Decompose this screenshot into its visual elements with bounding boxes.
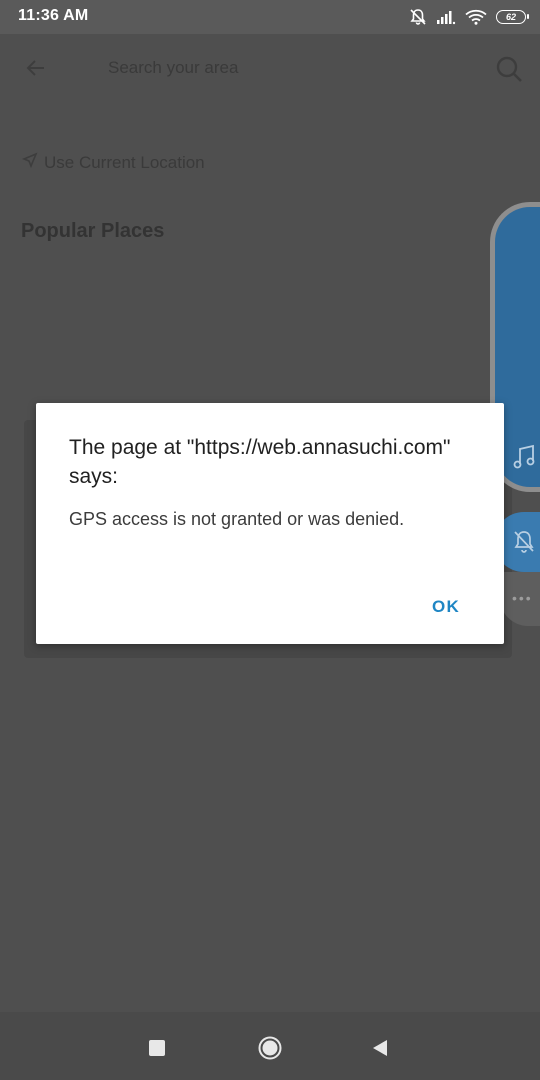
back-icon[interactable] bbox=[370, 1038, 390, 1058]
use-current-location[interactable]: Use Current Location bbox=[21, 152, 205, 173]
bell-off-icon[interactable] bbox=[512, 529, 536, 555]
current-location-label: Use Current Location bbox=[44, 152, 205, 172]
more-icon[interactable]: ••• bbox=[512, 590, 533, 606]
mute-icon bbox=[409, 8, 427, 26]
status-icons: 62 bbox=[409, 7, 529, 27]
signal-icon bbox=[436, 9, 456, 25]
alert-dialog: The page at "https://web.annasuchi.com" … bbox=[36, 403, 504, 644]
location-icon bbox=[21, 152, 38, 173]
dialog-message: GPS access is not granted or was denied. bbox=[69, 509, 405, 529]
popular-places-heading: Popular Places bbox=[21, 220, 165, 242]
dialog-title: The page at "https://web.annasuchi.com" … bbox=[69, 436, 451, 488]
search-header: Search your area bbox=[0, 34, 540, 104]
search-input[interactable]: Search your area bbox=[108, 58, 238, 78]
home-icon[interactable] bbox=[258, 1036, 282, 1060]
search-icon[interactable] bbox=[494, 54, 524, 84]
wifi-icon bbox=[465, 9, 487, 25]
music-note-icon[interactable] bbox=[512, 444, 536, 470]
status-bar: 11:36 AM 62 bbox=[0, 0, 540, 34]
ok-button[interactable]: OK bbox=[416, 591, 476, 623]
navigation-bar bbox=[0, 1012, 540, 1080]
battery-icon: 62 bbox=[496, 10, 529, 24]
battery-level: 62 bbox=[505, 12, 516, 22]
back-arrow-icon[interactable] bbox=[24, 56, 48, 80]
recent-apps-icon[interactable] bbox=[149, 1040, 165, 1056]
status-time: 11:36 AM bbox=[18, 7, 89, 24]
